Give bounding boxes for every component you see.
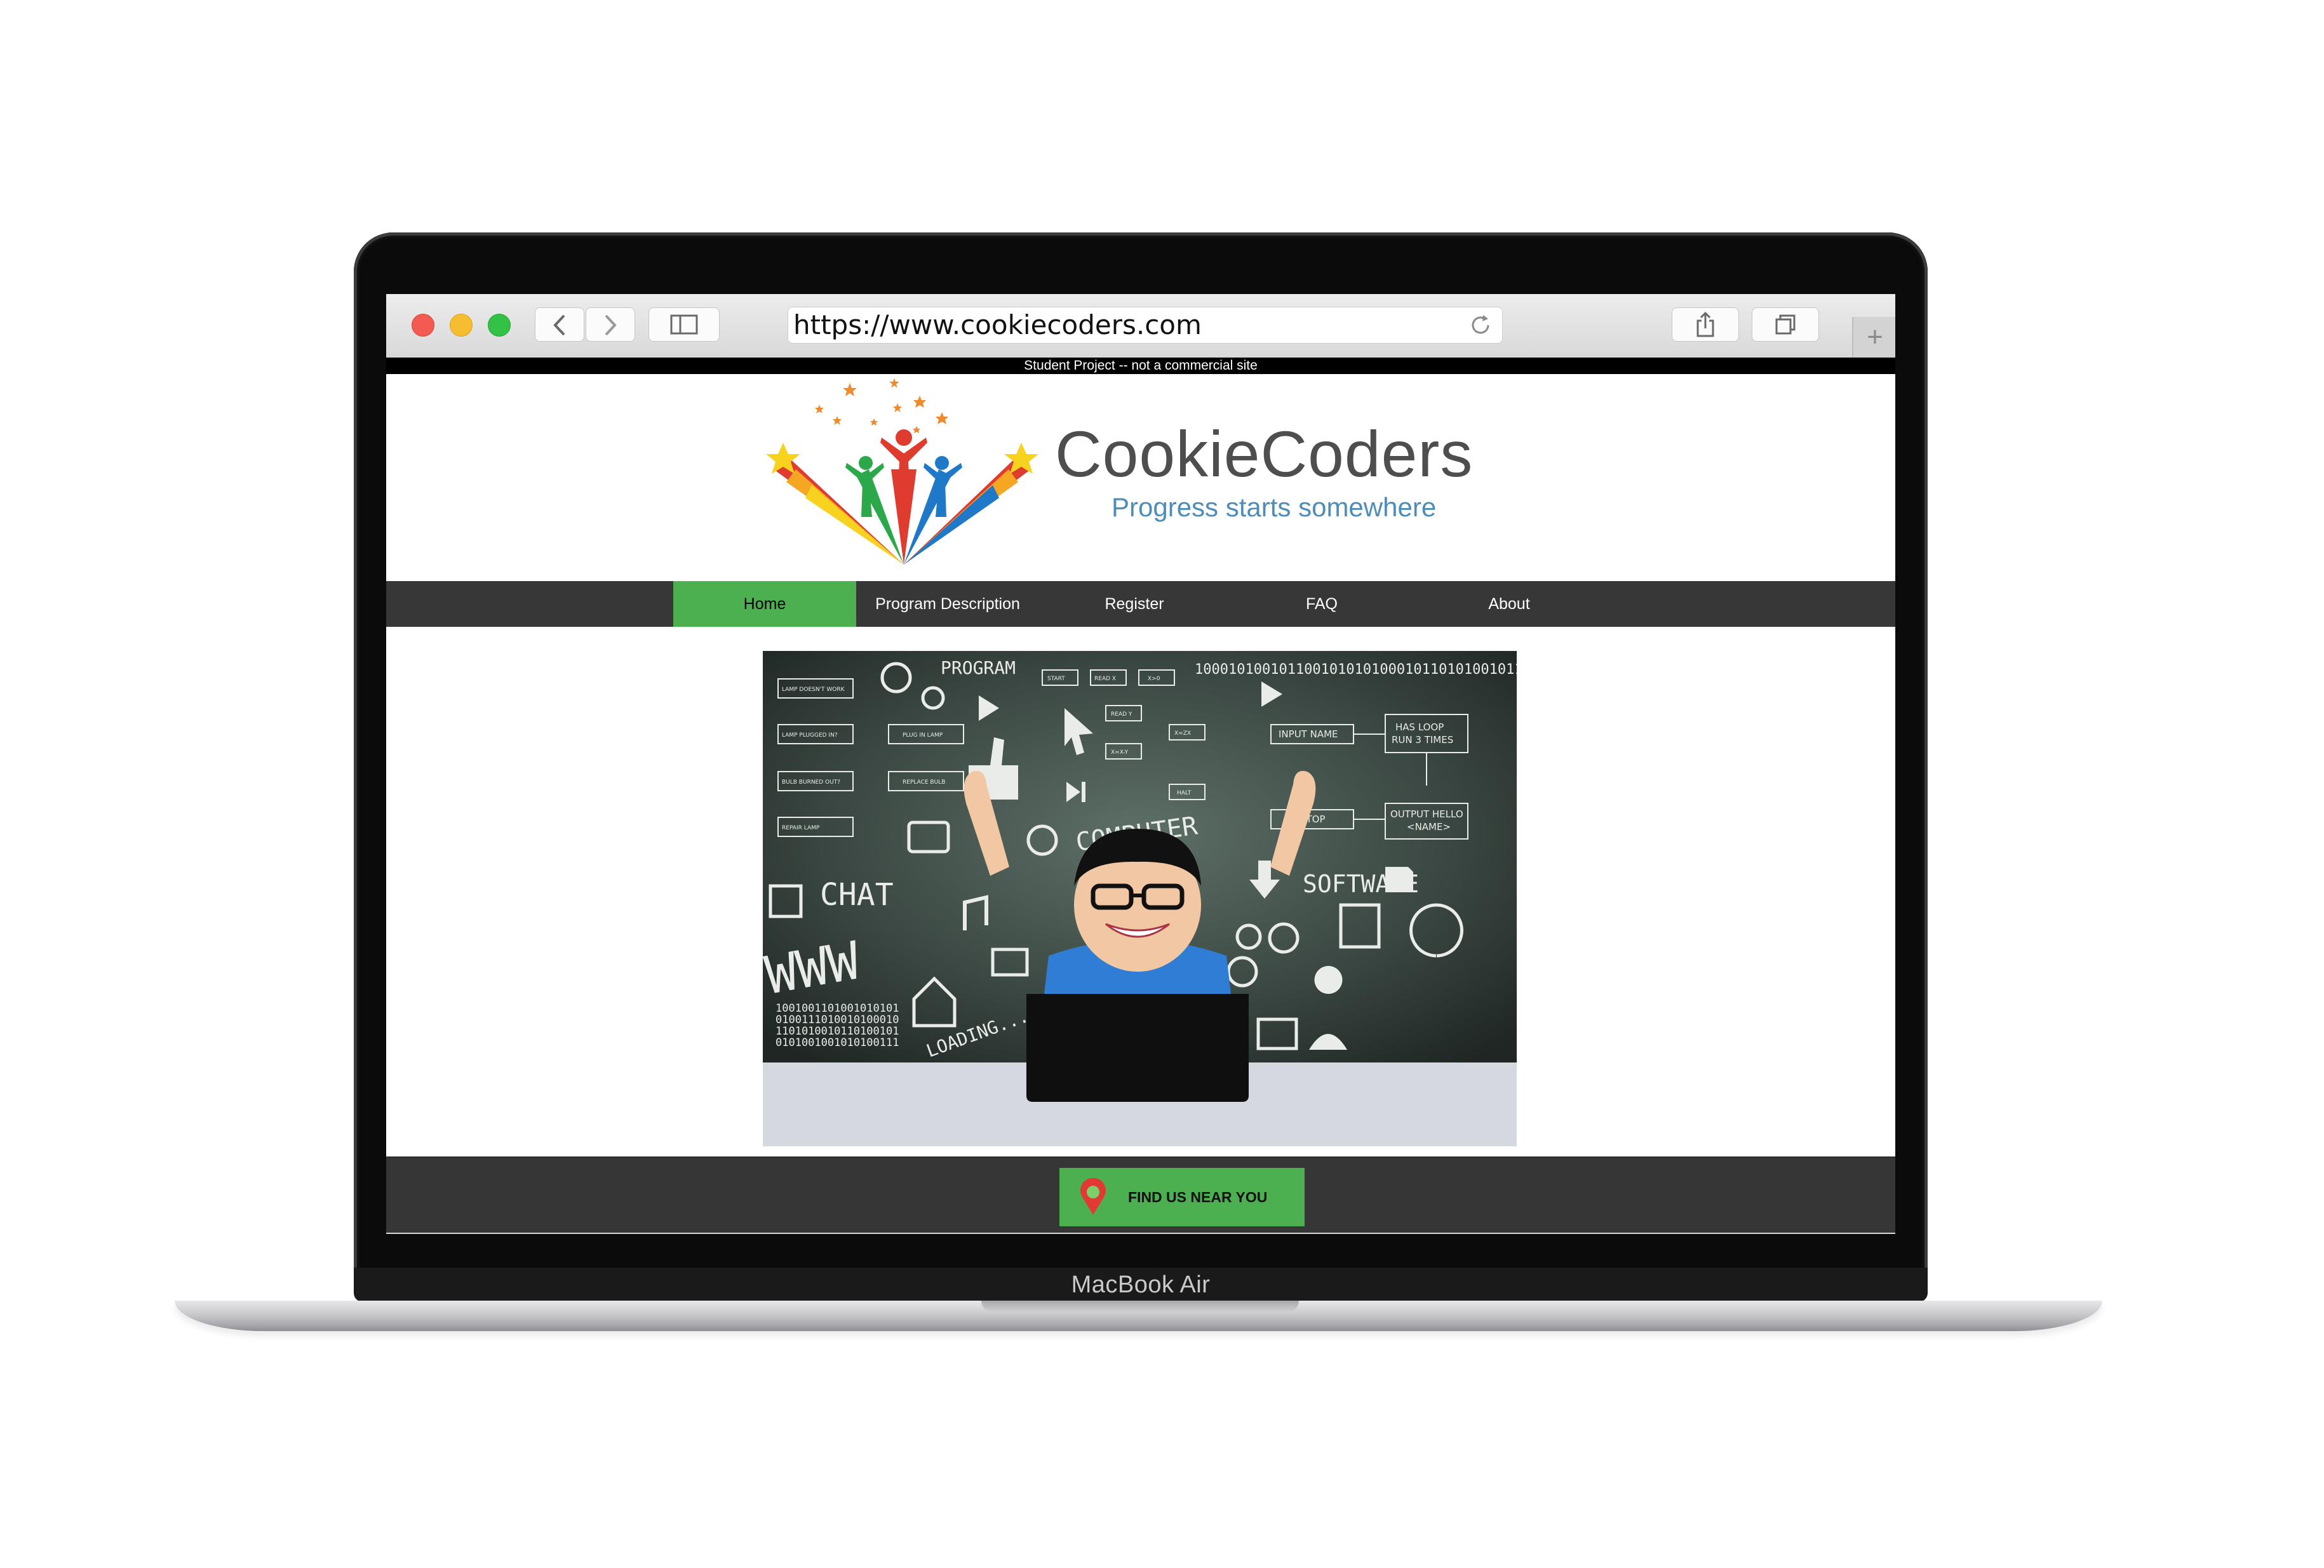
brand-name: CookieCoders [1055, 418, 1474, 490]
board-binary-row3: 1101010010110100101 [776, 1025, 899, 1038]
code-run-3: RUN 3 TIMES [1392, 734, 1453, 746]
code-xzx: X=ZX [1174, 730, 1191, 737]
flow-step-1: LAMP DOESN'T WORK [782, 687, 845, 693]
code-has-loop: HAS LOOP [1395, 721, 1444, 733]
new-tab-button[interactable]: + [1852, 317, 1895, 358]
code-input-name: INPUT NAME [1279, 728, 1338, 740]
find-us-label: FIND US NEAR YOU [1128, 1189, 1268, 1205]
find-us-button[interactable]: FIND US NEAR YOU [1059, 1168, 1305, 1226]
forward-icon [605, 314, 617, 336]
nav-item-home[interactable]: Home [673, 581, 856, 627]
nav-item-register[interactable]: Register [1043, 581, 1226, 627]
board-binary-row1: 1001001101001010101 [776, 1002, 899, 1015]
tabs-icon [1775, 314, 1796, 335]
forward-button[interactable] [586, 307, 635, 342]
brand-tagline: Progress starts somewhere [1112, 492, 1437, 522]
url-text: https://www.cookiecoders.com [793, 309, 1202, 340]
flow-step-5: PLUG IN LAMP [903, 732, 943, 739]
footer-divider [386, 1233, 1895, 1234]
code-start: START [1047, 676, 1065, 682]
code-read-y: READ Y [1111, 711, 1132, 718]
chalk-skip-bar [1082, 782, 1085, 802]
nav-item-faq[interactable]: FAQ [1230, 581, 1413, 627]
map-pin-icon [1080, 1178, 1106, 1215]
code-name-tag: <NAME> [1407, 821, 1451, 833]
nav-item-program-description[interactable]: Program Description [856, 581, 1039, 627]
board-word-chat: CHAT [820, 877, 894, 913]
browser-toolbar: https://www.cookiecoders.com + [386, 294, 1895, 359]
laptop-hinge-notch [981, 1301, 1299, 1312]
hero-image: 1000101001011001010101000101101010010110… [763, 651, 1517, 1146]
flow-step-4: REPAIR LAMP [782, 825, 820, 831]
minimize-window-button[interactable] [450, 314, 473, 337]
code-read-x: READ X [1094, 676, 1116, 682]
sidebar-icon [670, 314, 698, 335]
laptop-model-label: MacBook Air [354, 1268, 1928, 1302]
zoom-window-button[interactable] [488, 314, 511, 337]
flow-step-2: LAMP PLUGGED IN? [782, 732, 838, 739]
board-binary-row2: 0100111010010100010 [776, 1014, 899, 1026]
main-nav: Home Program Description Register FAQ Ab… [386, 581, 1895, 627]
hero-laptop [1026, 994, 1249, 1102]
code-xxy: X=X-Y [1111, 749, 1129, 756]
board-binary-row4: 0101001001010100111 [776, 1036, 899, 1049]
code-halt: HALT [1177, 790, 1192, 796]
code-output-hello: OUTPUT HELLO [1390, 808, 1463, 820]
back-button[interactable] [535, 307, 584, 342]
share-icon [1696, 311, 1714, 337]
board-binary-top: 1000101001011001010101000101101010010110… [1195, 662, 1517, 678]
tabs-overview-button[interactable] [1752, 307, 1819, 342]
student-project-notice: Student Project -- not a commercial site [386, 358, 1895, 374]
flow-step-6: REPLACE BULB [903, 779, 945, 786]
reload-icon[interactable] [1469, 314, 1492, 337]
flow-step-3: BULB BURNED OUT? [782, 779, 840, 786]
site-footer: FIND US NEAR YOU [386, 1156, 1895, 1234]
address-bar[interactable]: https://www.cookiecoders.com [788, 307, 1503, 344]
laptop-screen: https://www.cookiecoders.com + Student P… [386, 294, 1895, 1234]
sidebar-button[interactable] [648, 307, 720, 342]
chalk-save-icon [1385, 867, 1413, 892]
site-header: CookieCoders Progress starts somewhere [386, 374, 1895, 581]
back-icon [553, 314, 565, 336]
code-x0: X>0 [1148, 676, 1160, 682]
nav-item-about[interactable]: About [1418, 581, 1601, 627]
board-word-program: PROGRAM [941, 657, 1016, 678]
new-tab-icon: + [1867, 321, 1883, 352]
cookiecoders-logo[interactable] [761, 374, 1047, 581]
share-button[interactable] [1672, 307, 1739, 342]
close-window-button[interactable] [412, 314, 434, 337]
